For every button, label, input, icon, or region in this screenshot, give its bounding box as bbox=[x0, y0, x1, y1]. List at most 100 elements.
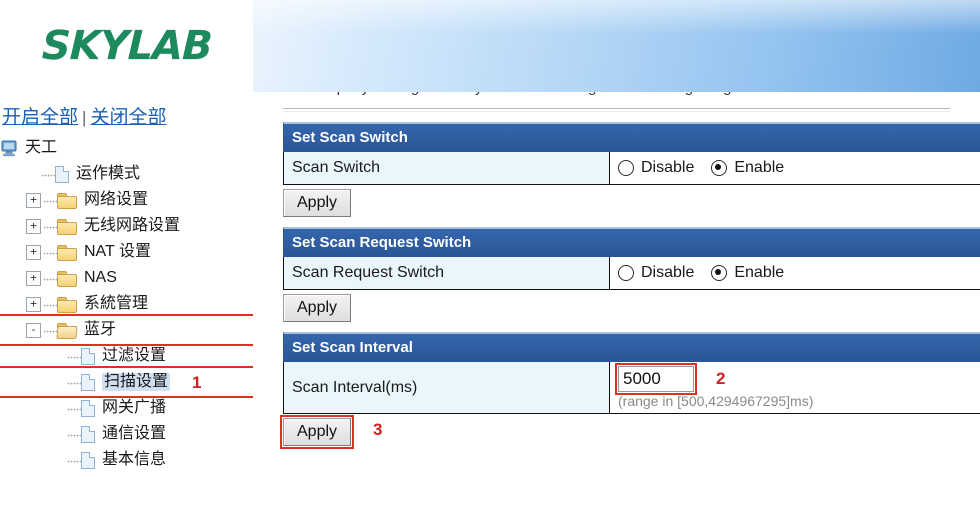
scan-interval-input[interactable] bbox=[615, 363, 697, 395]
scan-interval-hint: (range in [500,4294967295]ms) bbox=[618, 393, 814, 409]
row-scan-interval: Scan Interval(ms) 2 (range in [500,42949… bbox=[283, 362, 980, 414]
row-scan-request-switch: Scan Request Switch Disable Enable bbox=[283, 257, 980, 290]
tree-item-label: 网关广播 bbox=[102, 399, 167, 416]
page-icon bbox=[81, 451, 95, 469]
tree-connector bbox=[67, 375, 81, 389]
panel-scan-interval: Set Scan Interval Scan Interval(ms) 2 (r… bbox=[279, 332, 980, 449]
folder-open-icon bbox=[56, 322, 78, 339]
tree-connector bbox=[67, 349, 81, 363]
label-scan-switch-disable: Disable bbox=[641, 159, 695, 176]
radio-scan-switch-disable[interactable] bbox=[618, 160, 634, 176]
expand-icon[interactable]: + bbox=[26, 270, 41, 286]
annotation-2: 2 bbox=[716, 369, 726, 388]
expand-icon[interactable]: + bbox=[26, 218, 41, 234]
logo-area: SKYLAB bbox=[0, 0, 253, 92]
label-scan-request-enable: Enable bbox=[734, 264, 785, 281]
tree-item-10[interactable]: 网关广播 bbox=[0, 395, 253, 421]
clipped-text-row: Company Management System Configuration … bbox=[253, 92, 980, 104]
sidebar: 开启全部 | 关闭全部 天工 运作模式 + 网络设置 + 无线网路设置 + NAT 设置 + NAS +… bbox=[0, 92, 253, 518]
tree-item-label: NAS bbox=[84, 269, 117, 286]
main-content: Company Management System Configuration … bbox=[253, 92, 980, 518]
radio-scan-request-enable[interactable] bbox=[711, 265, 728, 281]
radio-scan-switch-enable[interactable] bbox=[711, 160, 728, 176]
tree-item-2[interactable]: + 网络设置 bbox=[0, 187, 253, 213]
computer-icon bbox=[0, 139, 18, 157]
tree-item-label: 蓝牙 bbox=[84, 321, 117, 338]
panel-scan-request-switch: Set Scan Request Switch Scan Request Swi… bbox=[283, 227, 980, 322]
apply-button-scan-switch[interactable]: Apply bbox=[283, 189, 352, 217]
expand-icon[interactable]: + bbox=[26, 244, 41, 260]
tree-connector bbox=[67, 427, 81, 441]
tree-connector bbox=[43, 193, 57, 207]
page-icon bbox=[55, 165, 69, 183]
value-scan-interval: 2 (range in [500,4294967295]ms) bbox=[610, 362, 980, 413]
tree-item-4[interactable]: + NAT 设置 bbox=[0, 239, 253, 265]
tree-item-3[interactable]: + 无线网路设置 bbox=[0, 213, 253, 239]
label-scan-request-disable: Disable bbox=[641, 264, 695, 281]
tree-item-label: 扫描设置 bbox=[102, 373, 171, 391]
tree-connector bbox=[67, 453, 81, 467]
tree-item-8[interactable]: 过滤设置 bbox=[0, 343, 253, 369]
page-icon bbox=[81, 425, 95, 443]
expand-icon[interactable]: + bbox=[26, 296, 41, 312]
label-scan-switch: Scan Switch bbox=[284, 152, 610, 184]
value-scan-switch: Disable Enable bbox=[610, 152, 980, 184]
page-icon bbox=[81, 399, 95, 417]
radio-scan-request-disable[interactable] bbox=[618, 265, 634, 281]
folder-icon bbox=[57, 296, 77, 313]
tree-connector bbox=[41, 167, 55, 181]
tree-connector bbox=[67, 401, 81, 415]
tree-connector bbox=[43, 219, 57, 233]
panel-title-scan-request-switch: Set Scan Request Switch bbox=[283, 227, 980, 257]
banner-gloss bbox=[253, 0, 980, 34]
annotation-3: 3 bbox=[373, 420, 383, 439]
value-scan-request-switch: Disable Enable bbox=[610, 257, 980, 289]
tree-item-label: 无线网路设置 bbox=[84, 217, 181, 234]
tree-item-9[interactable]: 扫描设置 1 bbox=[0, 366, 253, 398]
tree-item-5[interactable]: + NAS bbox=[0, 265, 253, 291]
tree-item-label: 过滤设置 bbox=[102, 347, 167, 364]
label-scan-interval: Scan Interval(ms) bbox=[284, 362, 610, 413]
apply-button-scan-request-switch[interactable]: Apply bbox=[283, 294, 352, 322]
tree-item-label: 基本信息 bbox=[102, 451, 167, 468]
skylab-logo: SKYLAB bbox=[40, 23, 213, 69]
collapse-icon[interactable]: - bbox=[26, 322, 41, 338]
link-separator: | bbox=[82, 108, 87, 127]
tree-item-label: 运作模式 bbox=[76, 165, 141, 182]
tree-item-12[interactable]: 基本信息 bbox=[0, 447, 253, 473]
page-icon bbox=[81, 347, 95, 365]
folder-icon bbox=[57, 270, 77, 287]
label-scan-request-switch: Scan Request Switch bbox=[284, 257, 610, 289]
folder-icon bbox=[57, 218, 77, 235]
page-banner bbox=[253, 0, 980, 93]
tree-item-label: 系統管理 bbox=[84, 295, 149, 312]
tree-item-label: NAT 设置 bbox=[84, 243, 151, 260]
tree-item-1[interactable]: 运作模式 bbox=[0, 161, 253, 187]
tree-item-label: 通信设置 bbox=[102, 425, 167, 442]
label-scan-switch-enable: Enable bbox=[734, 159, 785, 176]
panel-title-scan-switch: Set Scan Switch bbox=[283, 122, 980, 152]
tree-connector bbox=[43, 323, 57, 337]
tree-item-label: 天工 bbox=[25, 139, 58, 156]
tree-item-11[interactable]: 通信设置 bbox=[0, 421, 253, 447]
apply-button-scan-interval[interactable]: Apply bbox=[279, 415, 355, 449]
panel-scan-switch: Set Scan Switch Scan Switch Disable Enab… bbox=[283, 122, 980, 217]
expand-all-link[interactable]: 开启全部 bbox=[2, 107, 78, 128]
tree-item-7[interactable]: - 蓝牙 bbox=[0, 314, 253, 346]
tree-connector bbox=[43, 271, 57, 285]
tree-connector bbox=[43, 245, 57, 259]
folder-icon bbox=[57, 244, 77, 261]
expand-icon[interactable]: + bbox=[26, 192, 41, 208]
panel-title-scan-interval: Set Scan Interval bbox=[283, 332, 980, 362]
collapse-all-link[interactable]: 关闭全部 bbox=[90, 107, 166, 128]
navigation-tree: 天工 运作模式 + 网络设置 + 无线网路设置 + NAT 设置 + NAS + 系統管理 - 蓝牙 过滤设… bbox=[0, 135, 253, 473]
tree-item-6[interactable]: + 系統管理 bbox=[0, 291, 253, 317]
row-scan-switch: Scan Switch Disable Enable bbox=[283, 152, 980, 185]
tree-item-0[interactable]: 天工 bbox=[0, 135, 253, 161]
tree-connector bbox=[43, 297, 57, 311]
